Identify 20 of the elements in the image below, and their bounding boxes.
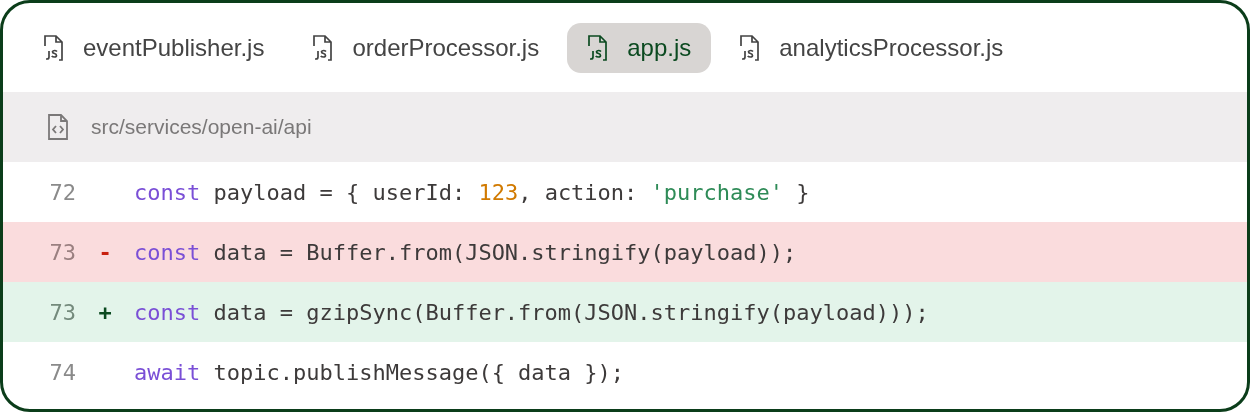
js-file-icon <box>739 33 762 62</box>
js-file-icon <box>43 33 65 62</box>
file-path: src/services/open-ai/api <box>91 114 312 141</box>
code-line: const data = gzipSync(Buffer.from(JSON.stringify(payload))); <box>134 298 930 327</box>
js-file-icon <box>587 33 610 62</box>
code-line: const payload = { userId: 123, action: 'purchase' } <box>134 178 811 207</box>
line-number: 73 <box>49 298 76 327</box>
code-file-icon <box>47 113 69 141</box>
file-tab[interactable]: eventPublisher.js <box>23 22 285 73</box>
file-tab[interactable]: analyticsProcessor.js <box>719 22 1024 73</box>
line-number: 73 <box>49 238 76 267</box>
code-line: await topic.publishMessage({ data }); <box>134 358 626 387</box>
js-file-icon <box>312 33 335 62</box>
diff-marker: - <box>98 238 112 267</box>
file-tab[interactable]: app.js <box>567 22 712 73</box>
line-number: 72 <box>49 178 76 207</box>
file-tab[interactable]: orderProcessor.js <box>292 22 560 73</box>
line-number: 74 <box>49 358 76 387</box>
code-line: const data = Buffer.from(JSON.stringify(payload)); <box>134 238 798 267</box>
diff-marker: + <box>98 298 112 327</box>
